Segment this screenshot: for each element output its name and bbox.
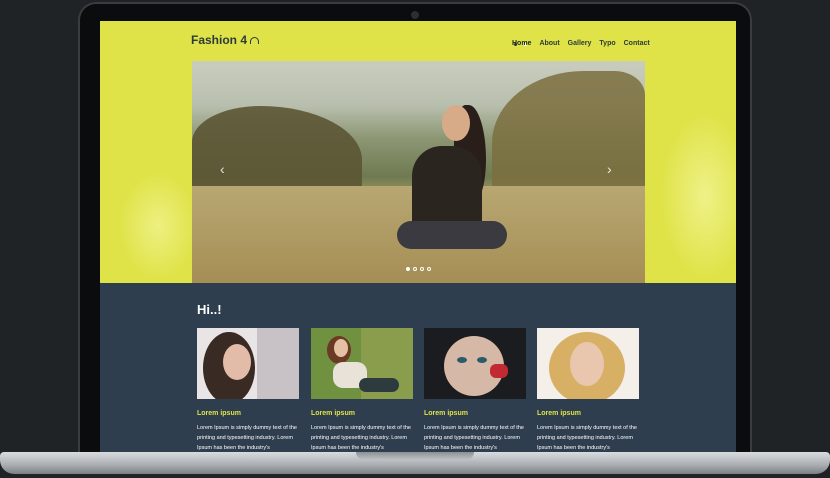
decorative-glow-right (660, 111, 736, 281)
photo-woman-legs (397, 221, 507, 249)
slider-next-arrow-icon[interactable]: › (607, 161, 612, 177)
slider-dot[interactable] (420, 267, 424, 271)
card[interactable]: Lorem ipsum Lorem Ipsum is simply dummy … (311, 328, 413, 452)
photo-hill-right (492, 71, 645, 191)
photo-woman-head (442, 105, 470, 141)
decorative-glow-left (118, 171, 198, 281)
section-heading: Hi..! (197, 302, 222, 317)
logo-arch-icon (250, 37, 260, 45)
card-thumbnail-garden[interactable] (311, 328, 413, 399)
slider-prev-arrow-icon[interactable]: ‹ (220, 161, 225, 177)
camera (411, 11, 419, 19)
website-screen: Fashion 4 Home About Gallery Typo Contac… (100, 21, 736, 452)
slider-dots (406, 267, 431, 271)
hero-slider: ‹ › (192, 61, 645, 283)
card[interactable]: Lorem ipsum Lorem Ipsum is simply dummy … (537, 328, 639, 452)
card-title[interactable]: Lorem ipsum (197, 410, 299, 417)
nav-gallery[interactable]: Gallery (568, 40, 592, 47)
slider-dot[interactable] (413, 267, 417, 271)
card[interactable]: Lorem ipsum Lorem Ipsum is simply dummy … (197, 328, 299, 452)
card[interactable]: Lorem ipsum Lorem Ipsum is simply dummy … (424, 328, 526, 452)
nav-home[interactable]: Home (512, 40, 531, 47)
card-title[interactable]: Lorem ipsum (424, 410, 526, 417)
photo-hill-left (192, 106, 362, 196)
site-logo-text: Fashion 4 (191, 33, 248, 47)
card-text: Lorem Ipsum is simply dummy text of the … (537, 425, 637, 451)
card-thumbnail-portrait[interactable] (197, 328, 299, 404)
nav-typo[interactable]: Typo (599, 40, 615, 47)
nav-indicator-dots (514, 33, 534, 64)
card-text: Lorem Ipsum is simply dummy text of the … (197, 425, 297, 451)
slide-photo-woman-in-field (192, 61, 645, 283)
slider-dot[interactable] (406, 267, 410, 271)
card-text: Lorem Ipsum is simply dummy text of the … (424, 425, 524, 451)
site-logo[interactable]: Fashion 4 (191, 33, 260, 47)
main-nav: Home About Gallery Typo Contact (512, 40, 650, 47)
card-thumbnail-blonde[interactable] (537, 328, 639, 404)
card-title[interactable]: Lorem ipsum (311, 410, 413, 417)
card-grid: Lorem ipsum Lorem Ipsum is simply dummy … (197, 328, 642, 452)
nav-contact[interactable]: Contact (624, 40, 650, 47)
slider-dot[interactable] (427, 267, 431, 271)
card-text: Lorem Ipsum is simply dummy text of the … (311, 425, 411, 451)
nav-about[interactable]: About (539, 40, 559, 47)
card-thumbnail-closeup[interactable] (424, 328, 526, 399)
laptop-notch (356, 452, 474, 460)
card-title[interactable]: Lorem ipsum (537, 410, 639, 417)
